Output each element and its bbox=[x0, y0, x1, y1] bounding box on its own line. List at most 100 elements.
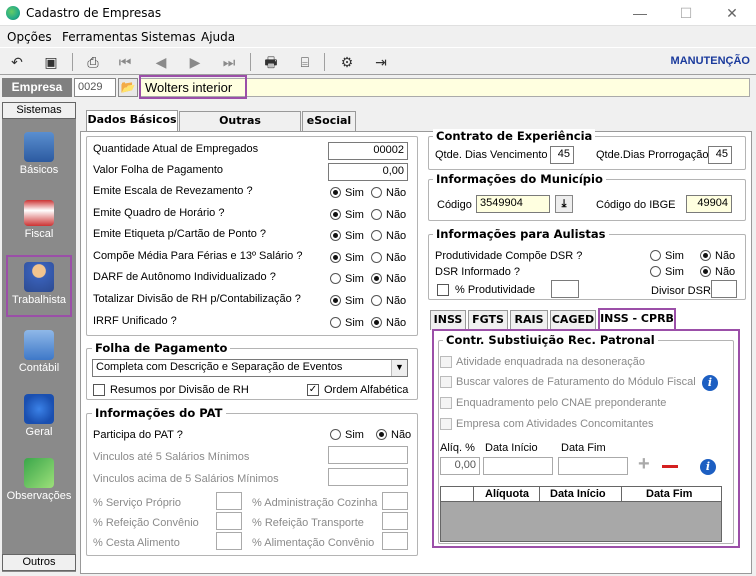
info-book-icon bbox=[24, 394, 54, 424]
sidebar-header-sistemas[interactable]: Sistemas bbox=[2, 102, 76, 119]
codigo-municipio-input[interactable]: 3549904 bbox=[476, 195, 550, 213]
next-record-icon[interactable]: ▶ bbox=[184, 52, 206, 72]
option-nao-radio[interactable] bbox=[371, 187, 382, 198]
atividades-concomitantes-checkbox[interactable] bbox=[440, 418, 452, 430]
atividade-desoneracao-checkbox[interactable] bbox=[440, 356, 452, 368]
data-fim-input[interactable] bbox=[558, 457, 628, 475]
data-inicio-input[interactable] bbox=[483, 457, 553, 475]
option-sim-radio[interactable] bbox=[330, 252, 341, 263]
ibge-input[interactable]: 49904 bbox=[686, 195, 732, 213]
option-nao-radio[interactable] bbox=[371, 317, 382, 328]
participa-sim-radio[interactable] bbox=[330, 429, 341, 440]
option-sim-radio[interactable] bbox=[330, 187, 341, 198]
valor-folha-input[interactable]: 0,00 bbox=[328, 163, 408, 181]
empresa-code-field[interactable]: 0029 bbox=[74, 78, 116, 97]
first-record-icon[interactable]: ⏮ bbox=[114, 52, 136, 72]
option-sim-radio[interactable] bbox=[330, 230, 341, 241]
chevron-down-icon[interactable]: ▼ bbox=[391, 360, 407, 376]
undo-icon[interactable]: ↶ bbox=[6, 52, 28, 72]
refeicao-convenio-input[interactable] bbox=[216, 512, 242, 530]
prod-dsr-sim-radio[interactable] bbox=[650, 250, 661, 261]
sidebar-item-observacoes[interactable]: Observações bbox=[2, 454, 76, 516]
sidebar-item-label: Contábil bbox=[18, 362, 60, 374]
tab-dados-basicos[interactable]: Dados Básicos bbox=[86, 110, 178, 132]
info-icon[interactable]: i bbox=[702, 375, 718, 391]
subtab-fgts[interactable]: FGTS bbox=[468, 310, 508, 330]
buscar-faturamento-checkbox[interactable] bbox=[440, 376, 452, 388]
grid-header-aliquota[interactable]: Alíquota bbox=[485, 488, 529, 500]
tab-esocial[interactable]: eSocial bbox=[302, 111, 356, 131]
info-icon[interactable]: i bbox=[700, 459, 716, 475]
print-options-icon[interactable]: ⌸ bbox=[294, 52, 316, 72]
subtab-inss[interactable]: INSS bbox=[430, 310, 466, 330]
enquadramento-cnae-checkbox[interactable] bbox=[440, 397, 452, 409]
subtab-rais[interactable]: RAIS bbox=[510, 310, 548, 330]
save-icon[interactable]: ▣ bbox=[40, 52, 62, 72]
sidebar-item-contabil[interactable]: Contábil bbox=[2, 326, 76, 388]
menu-opcoes[interactable]: Opções bbox=[7, 30, 52, 44]
close-icon[interactable]: ✕ bbox=[722, 4, 742, 22]
preview-icon[interactable]: ⎙ bbox=[82, 52, 104, 72]
last-record-icon[interactable]: ⏭ bbox=[218, 52, 240, 72]
option-nao-radio[interactable] bbox=[371, 295, 382, 306]
alimentacao-convenio-input[interactable] bbox=[382, 532, 408, 550]
maximize-icon[interactable]: ☐ bbox=[676, 4, 696, 22]
adm-cozinha-input[interactable] bbox=[382, 492, 408, 510]
divisor-dsr-input[interactable] bbox=[711, 280, 737, 298]
grid-header-data-inicio[interactable]: Data Início bbox=[550, 488, 606, 500]
tools-icon[interactable]: ⚙ bbox=[336, 52, 358, 72]
add-icon[interactable]: + bbox=[638, 454, 650, 474]
option-sim-radio[interactable] bbox=[330, 273, 341, 284]
aliquota-input[interactable]: 0,00 bbox=[440, 457, 480, 475]
subtab-caged[interactable]: CAGED bbox=[550, 310, 596, 330]
option-label: IRRF Unificado ? bbox=[93, 315, 177, 327]
dsr-informado-nao-radio[interactable] bbox=[700, 266, 711, 277]
menu-sistemas[interactable]: Sistemas bbox=[141, 30, 196, 44]
grid-header-data-fim[interactable]: Data Fim bbox=[646, 488, 692, 500]
download-arrow-icon[interactable]: ⤓ bbox=[555, 195, 573, 213]
option-nao-radio[interactable] bbox=[371, 209, 382, 220]
option-nao-radio[interactable] bbox=[371, 252, 382, 263]
option-sim-radio[interactable] bbox=[330, 295, 341, 306]
sidebar-item-label: Básicos bbox=[19, 164, 59, 176]
dsr-informado-sim-radio[interactable] bbox=[650, 266, 661, 277]
participa-nao-radio[interactable] bbox=[376, 429, 387, 440]
dias-vencimento-input[interactable]: 45 bbox=[550, 146, 574, 164]
exit-icon[interactable]: ⇥ bbox=[370, 52, 392, 72]
print-icon[interactable]: 🖶 bbox=[260, 52, 282, 72]
open-folder-icon[interactable]: 📂 bbox=[118, 78, 138, 97]
menu-ferramentas[interactable]: Ferramentas bbox=[62, 30, 138, 44]
sidebar-item-geral[interactable]: Geral bbox=[2, 390, 76, 452]
qtd-empregados-input[interactable]: 00002 bbox=[328, 142, 408, 160]
vinc-acima-input[interactable] bbox=[328, 468, 408, 486]
menu-ajuda[interactable]: Ajuda bbox=[201, 30, 235, 44]
tab-outras-informacoes[interactable]: Outras Informações bbox=[179, 111, 301, 145]
pct-produtividade-checkbox[interactable] bbox=[437, 284, 449, 296]
buildings-icon bbox=[24, 132, 54, 162]
option-nao-radio[interactable] bbox=[371, 230, 382, 241]
refeicao-transporte-input[interactable] bbox=[382, 512, 408, 530]
prod-dsr-nao-radio[interactable] bbox=[700, 250, 711, 261]
pct-produtividade-input[interactable] bbox=[551, 280, 579, 298]
minimize-icon[interactable]: — bbox=[630, 4, 650, 22]
option-sim-radio[interactable] bbox=[330, 317, 341, 328]
option-sim-radio[interactable] bbox=[330, 209, 341, 220]
previous-record-icon[interactable]: ◀ bbox=[150, 52, 172, 72]
option-sim-label: Sim bbox=[345, 230, 364, 242]
vinc-ate-input[interactable] bbox=[328, 446, 408, 464]
sidebar-item-basicos[interactable]: Básicos bbox=[2, 128, 76, 190]
remove-icon[interactable] bbox=[662, 465, 678, 468]
dsr-informado-nao-label: Não bbox=[715, 266, 736, 278]
folha-select[interactable]: Completa com Descrição e Separação de Ev… bbox=[92, 359, 408, 377]
servico-proprio-input[interactable] bbox=[216, 492, 242, 510]
subtab-inss-cprb[interactable]: INSS - CPRB bbox=[598, 308, 676, 330]
cesta-alimento-input[interactable] bbox=[216, 532, 242, 550]
dias-prorrogacao-input[interactable]: 45 bbox=[708, 146, 732, 164]
ordem-alfabetica-checkbox[interactable]: ✓ bbox=[307, 384, 319, 396]
app-icon bbox=[6, 6, 20, 20]
option-label: Emite Quadro de Horário ? bbox=[93, 207, 225, 219]
sidebar-item-fiscal[interactable]: Fiscal bbox=[2, 196, 76, 258]
sidebar-footer-outros[interactable]: Outros bbox=[2, 554, 76, 571]
option-nao-radio[interactable] bbox=[371, 273, 382, 284]
resumos-checkbox[interactable] bbox=[93, 384, 105, 396]
